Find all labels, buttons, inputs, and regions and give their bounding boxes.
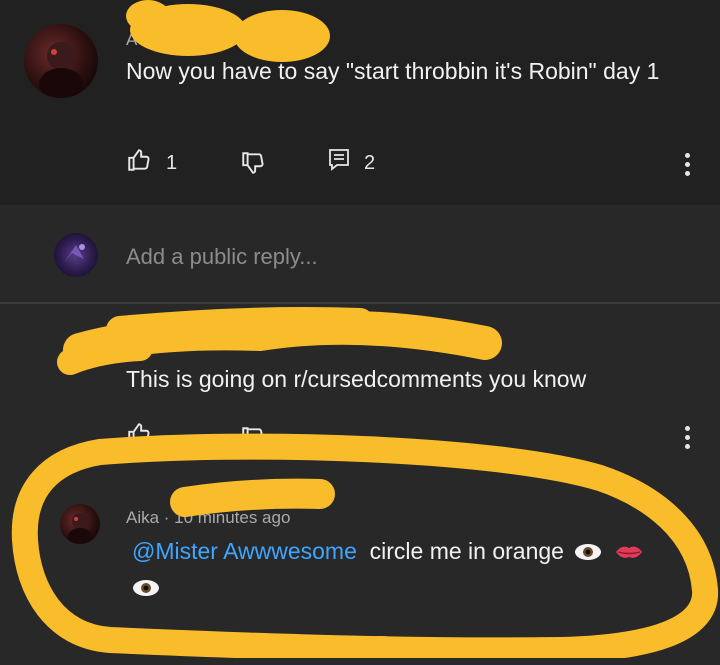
like-count: 1 xyxy=(166,151,178,174)
like-icon xyxy=(126,421,152,453)
divider xyxy=(0,302,720,304)
comment-text: @Mister Awwwesome circle me in orange xyxy=(132,534,692,606)
dislike-icon xyxy=(240,150,266,182)
comment-author[interactable]: A xyxy=(126,30,137,50)
like-icon xyxy=(128,630,154,662)
comment-text: Now you have to say "start throbbin it's… xyxy=(126,58,660,84)
eye-emoji xyxy=(132,572,160,606)
comment-text: This is going on r/cursedcomments you kn… xyxy=(126,366,587,392)
like-button[interactable] xyxy=(126,421,152,453)
lips-emoji xyxy=(615,536,643,570)
eye-emoji xyxy=(574,536,602,570)
comment-body: circle me in orange xyxy=(369,538,564,564)
commenter-avatar[interactable] xyxy=(24,24,98,98)
like-icon xyxy=(126,147,152,179)
my-avatar xyxy=(54,233,98,277)
reply-input-area xyxy=(0,205,720,302)
dislike-button[interactable] xyxy=(240,425,266,457)
mention-link[interactable]: @Mister Awwwesome xyxy=(132,538,357,564)
more-options-button[interactable] xyxy=(685,153,691,180)
dislike-icon xyxy=(240,633,266,665)
dislike-button[interactable] xyxy=(240,150,266,182)
like-button[interactable]: 1 xyxy=(126,147,177,179)
reply-input[interactable]: Add a public reply... xyxy=(126,244,318,270)
dislike-button[interactable] xyxy=(240,633,266,665)
more-options-icon xyxy=(685,153,691,176)
reply-count: 2 xyxy=(364,151,376,174)
like-button[interactable] xyxy=(128,630,154,662)
more-options-icon xyxy=(685,426,691,449)
reply-button[interactable]: 2 xyxy=(328,148,375,178)
dislike-icon xyxy=(240,425,266,457)
reply-icon xyxy=(328,148,350,178)
commenter-avatar[interactable] xyxy=(60,504,100,544)
comment-author-meta[interactable]: Aika · 10 minutes ago xyxy=(126,508,290,528)
more-options-button[interactable] xyxy=(685,426,691,453)
